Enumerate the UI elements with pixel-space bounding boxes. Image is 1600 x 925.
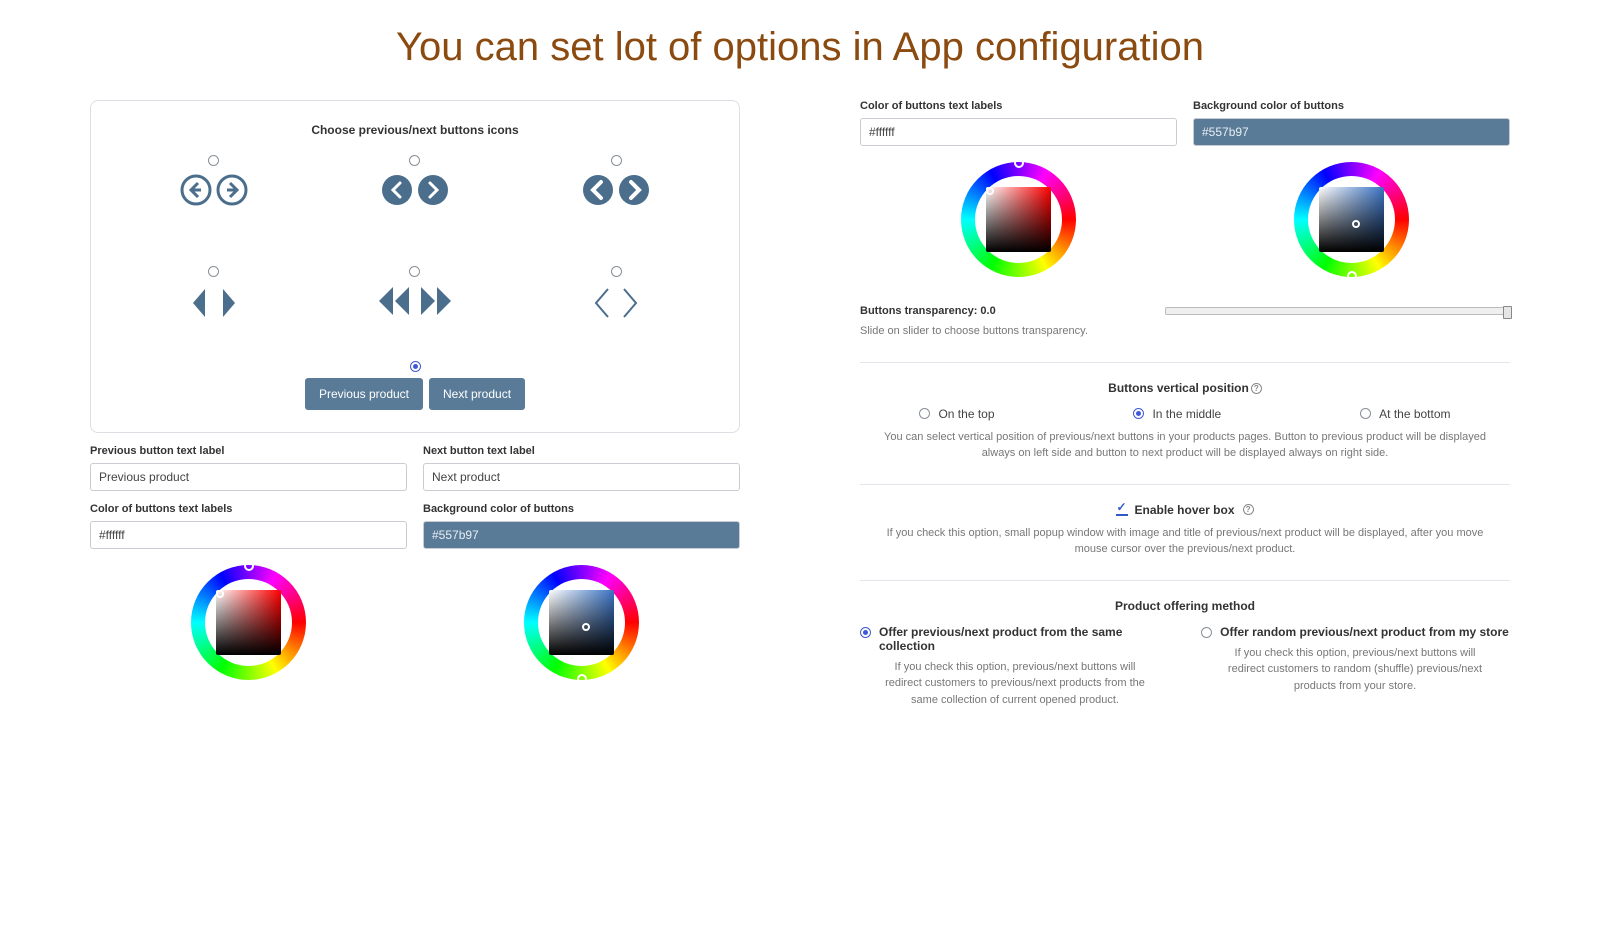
arrow-circled-outline-icon bbox=[180, 174, 248, 206]
icon-option-5[interactable] bbox=[314, 266, 515, 321]
radio-icon bbox=[611, 155, 622, 166]
info-icon[interactable]: ? bbox=[1251, 383, 1262, 394]
next-label-input[interactable] bbox=[423, 463, 740, 491]
text-color-input-right[interactable] bbox=[860, 118, 1177, 146]
icon-option-1[interactable] bbox=[113, 155, 314, 206]
vpos-bottom-option[interactable]: At the bottom bbox=[1360, 407, 1450, 421]
page-title: You can set lot of options in App config… bbox=[0, 25, 1600, 70]
vpos-top-option[interactable]: On the top bbox=[919, 407, 994, 421]
radio-icon bbox=[409, 155, 420, 166]
radio-icon bbox=[409, 266, 420, 277]
radio-icon bbox=[208, 266, 219, 277]
transparency-help: Slide on slider to choose buttons transp… bbox=[860, 323, 1125, 340]
chevron-circled-filled-icon bbox=[381, 174, 449, 206]
icon-option-6[interactable] bbox=[516, 266, 717, 321]
text-buttons-preview: Previous product Next product bbox=[305, 378, 525, 410]
icon-option-4[interactable] bbox=[113, 266, 314, 321]
hover-help: If you check this option, small popup wi… bbox=[860, 525, 1510, 558]
icon-option-3[interactable] bbox=[516, 155, 717, 206]
prev-label-field-label: Previous button text label bbox=[90, 445, 407, 457]
color-picker-bg-right[interactable] bbox=[1294, 162, 1409, 277]
caret-solid-icon bbox=[188, 285, 240, 321]
vpos-help: You can select vertical position of prev… bbox=[860, 429, 1510, 462]
icon-selector-title: Choose previous/next buttons icons bbox=[113, 123, 717, 137]
bg-color-input-left[interactable] bbox=[423, 521, 740, 549]
radio-icon bbox=[611, 266, 622, 277]
chevron-thin-icon bbox=[590, 285, 642, 321]
prev-label-input[interactable] bbox=[90, 463, 407, 491]
text-color-label-right: Color of buttons text labels bbox=[860, 100, 1177, 112]
bg-color-label-left: Background color of buttons bbox=[423, 503, 740, 515]
bg-color-label-right: Background color of buttons bbox=[1193, 100, 1510, 112]
radio-icon bbox=[919, 408, 930, 419]
text-color-label-left: Color of buttons text labels bbox=[90, 503, 407, 515]
hover-checkbox[interactable] bbox=[1116, 504, 1128, 516]
preview-prev-button: Previous product bbox=[305, 378, 423, 410]
info-icon[interactable]: ? bbox=[1243, 504, 1254, 515]
icon-option-7-radio[interactable] bbox=[410, 361, 421, 372]
radio-icon bbox=[1133, 408, 1144, 419]
slider-thumb-icon bbox=[1503, 306, 1512, 319]
chevron-circled-bold-icon bbox=[582, 174, 650, 206]
next-label-field-label: Next button text label bbox=[423, 445, 740, 457]
offering-option-random[interactable]: Offer random previous/next product from … bbox=[1200, 625, 1510, 639]
transparency-slider[interactable] bbox=[1165, 307, 1510, 315]
double-caret-icon bbox=[377, 285, 453, 317]
radio-icon bbox=[1201, 627, 1212, 638]
radio-icon bbox=[208, 155, 219, 166]
radio-icon bbox=[860, 627, 871, 638]
offering-title: Product offering method bbox=[860, 599, 1510, 613]
preview-next-button: Next product bbox=[429, 378, 525, 410]
offering-opt1-help: If you check this option, previous/next … bbox=[860, 659, 1170, 709]
icon-selector-panel: Choose previous/next buttons icons bbox=[90, 100, 740, 433]
vpos-middle-option[interactable]: In the middle bbox=[1133, 407, 1221, 421]
color-picker-text-left[interactable] bbox=[191, 565, 306, 680]
text-color-input-left[interactable] bbox=[90, 521, 407, 549]
transparency-label: Buttons transparency: 0.0 bbox=[860, 305, 1125, 317]
hover-label: Enable hover box bbox=[1134, 503, 1234, 517]
vpos-title: Buttons vertical position? bbox=[860, 381, 1510, 395]
bg-color-input-right[interactable] bbox=[1193, 118, 1510, 146]
offering-option-same-collection[interactable]: Offer previous/next product from the sam… bbox=[860, 625, 1170, 653]
color-picker-bg-left[interactable] bbox=[524, 565, 639, 680]
color-picker-text-right[interactable] bbox=[961, 162, 1076, 277]
offering-opt2-help: If you check this option, previous/next … bbox=[1200, 645, 1510, 695]
icon-option-2[interactable] bbox=[314, 155, 515, 206]
radio-icon bbox=[1360, 408, 1371, 419]
